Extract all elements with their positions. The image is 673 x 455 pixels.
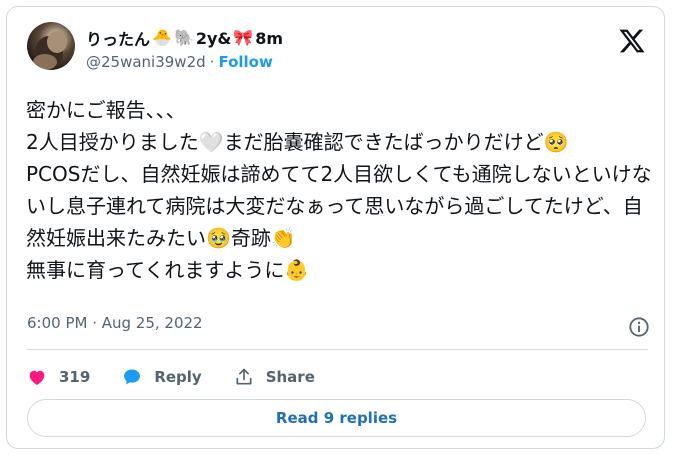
like-count: 319 — [59, 368, 91, 386]
reply-label: Reply — [154, 368, 202, 386]
elephant-emoji: 🐘 — [173, 28, 194, 47]
read-replies-button[interactable]: Read 9 replies — [27, 399, 646, 437]
handle-row: @25wani39w2d · Follow — [86, 53, 273, 71]
share-icon[interactable] — [234, 367, 254, 387]
tweet-card: りったん 🐣 🐘 2y& 🎀 8m @25wani39w2d · Follow … — [6, 6, 665, 449]
tweet-timestamp[interactable]: 6:00 PM · Aug 25, 2022 — [27, 314, 203, 332]
name-age-8m: 8m — [255, 28, 284, 48]
display-name[interactable]: りったん — [86, 26, 150, 50]
avatar[interactable] — [27, 22, 75, 70]
reply-action[interactable]: Reply — [122, 367, 202, 387]
author-name-row[interactable]: りったん 🐣 🐘 2y& 🎀 8m — [86, 26, 283, 50]
divider — [27, 349, 648, 350]
heart-icon[interactable] — [27, 367, 47, 387]
separator-dot: · — [209, 53, 215, 71]
reply-bubble-icon[interactable] — [122, 367, 142, 387]
action-bar: 319 Reply Share — [27, 364, 347, 390]
ribbon-emoji: 🎀 — [233, 28, 254, 47]
author-handle[interactable]: @25wani39w2d — [86, 53, 206, 71]
share-label: Share — [265, 368, 315, 386]
follow-button[interactable]: Follow — [218, 53, 272, 71]
x-logo-icon[interactable] — [618, 27, 646, 55]
share-action[interactable]: Share — [234, 367, 315, 387]
info-icon[interactable] — [628, 316, 650, 338]
tweet-text: 密かにご報告、、、 2人目授かりました🤍まだ胎嚢確認できたばっかりだけど🥺 PC… — [26, 98, 652, 282]
name-age-2y: 2y& — [195, 28, 232, 48]
chick-emoji: 🐣 — [152, 28, 172, 47]
like-action[interactable]: 319 — [27, 367, 90, 387]
